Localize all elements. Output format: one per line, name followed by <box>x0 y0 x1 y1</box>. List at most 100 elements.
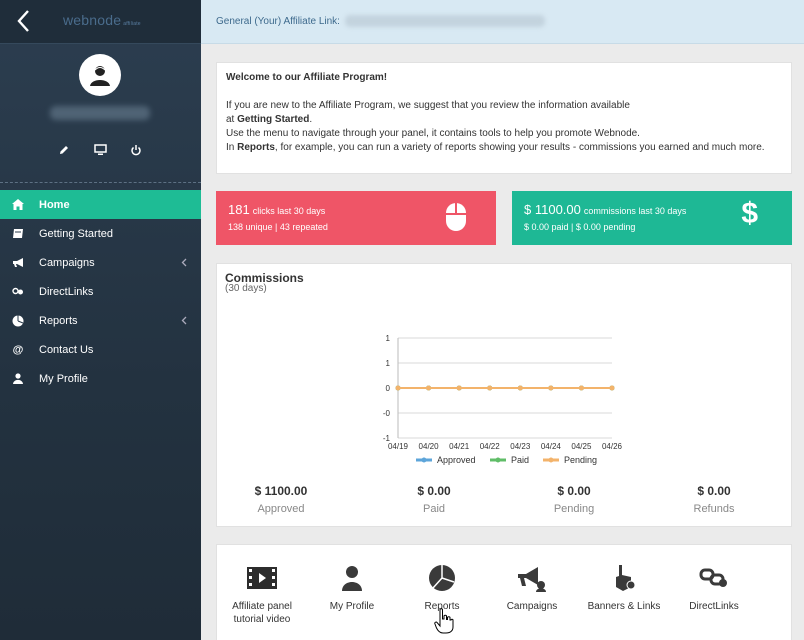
user-icon <box>307 563 397 593</box>
user-avatar-icon <box>90 66 110 86</box>
username-redacted <box>50 106 150 120</box>
shortcut-my-profile[interactable]: My Profile <box>307 563 397 613</box>
sidebar-item-label: Campaigns <box>39 256 95 269</box>
avatar[interactable] <box>79 54 121 96</box>
x-tick-label: 04/21 <box>449 442 470 451</box>
webnode-logo[interactable]: webnode affiliate <box>63 12 141 28</box>
shortcut-label: Campaigns <box>506 601 558 612</box>
sidebar-divider <box>0 182 201 183</box>
welcome-line-1: If you are new to the Affiliate Program,… <box>226 100 630 111</box>
reports-link[interactable]: Reports <box>237 142 275 153</box>
x-tick-label: 04/25 <box>571 442 592 451</box>
mouse-icon <box>444 201 468 236</box>
sidebar-item-reports[interactable]: Reports <box>0 306 201 335</box>
y-tick-label: -0 <box>383 409 391 418</box>
legend-marker-pending <box>548 457 554 463</box>
data-point-pending <box>456 385 462 391</box>
commissions-panel: Commissions (30 days) 1 1 0 -0 -1 04/19 04/20 0… <box>216 263 792 527</box>
legend-label-pending: Pending <box>564 455 597 465</box>
x-tick-label: 04/23 <box>510 442 531 451</box>
x-tick-label: 04/26 <box>602 442 623 451</box>
y-tick-label: 1 <box>386 334 391 343</box>
sidebar-item-label: Reports <box>39 314 78 327</box>
affiliate-link-redacted[interactable] <box>345 15 545 27</box>
chevron-left-icon <box>181 258 187 267</box>
clicks-stat-box[interactable]: 181 clicks last 30 days 138 unique | 43 r… <box>216 191 496 245</box>
sidebar-item-home[interactable]: Home <box>0 190 201 219</box>
getting-started-link[interactable]: Getting Started <box>237 114 309 125</box>
sidebar-item-getting-started[interactable]: Getting Started <box>0 219 201 248</box>
shortcut-campaigns[interactable]: Campaigns <box>487 563 577 613</box>
hand-pointer-icon <box>579 563 669 593</box>
bullhorn-icon <box>487 563 577 593</box>
link-icon <box>669 563 759 593</box>
total-pending: $ 0.00 Pending <box>553 484 595 515</box>
data-point-pending <box>517 385 523 391</box>
data-point-pending <box>426 385 432 391</box>
welcome-line-2: at Getting Started. <box>226 114 313 125</box>
commissions-breakdown: $ 0.00 paid | $ 0.00 pending <box>524 222 636 232</box>
shortcut-reports[interactable]: Reports <box>397 563 487 613</box>
user-icon <box>12 373 24 385</box>
welcome-title: Welcome to our Affiliate Program! <box>226 72 388 83</box>
commissions-amount: $ 1100.00 commissions last 30 days <box>524 202 687 217</box>
logo-text: webnode <box>63 12 122 28</box>
sidebar-item-campaigns[interactable]: Campaigns <box>0 248 201 277</box>
welcome-line-3: Use the menu to navigate through your pa… <box>226 128 640 139</box>
commissions-label: commissions last 30 days <box>583 206 687 216</box>
back-arrow-icon[interactable] <box>12 8 36 34</box>
home-icon <box>12 199 24 211</box>
shortcut-directlinks[interactable]: DirectLinks <box>669 563 759 613</box>
shortcut-label: Affiliate panel tutorial video <box>232 601 292 625</box>
sidebar-item-my-profile[interactable]: My Profile <box>0 364 201 393</box>
x-tick-label: 04/22 <box>480 442 501 451</box>
shortcut-banners-links[interactable]: Banners & Links <box>579 563 669 613</box>
legend-marker-approved <box>421 457 427 463</box>
legend-label-approved: Approved <box>437 455 476 465</box>
data-point-pending <box>609 385 615 391</box>
data-point-pending <box>548 385 554 391</box>
legend-marker-paid <box>495 457 501 463</box>
user-tools <box>0 144 201 162</box>
sidebar-item-contact-us[interactable]: @ Contact Us <box>0 335 201 364</box>
welcome-panel: Welcome to our Affiliate Program! If you… <box>216 62 792 174</box>
y-tick-label: 1 <box>386 359 391 368</box>
sidebar-item-directlinks[interactable]: DirectLinks <box>0 277 201 306</box>
pie-chart-icon <box>397 563 487 593</box>
sidebar-item-label: Contact Us <box>39 343 94 356</box>
pie-chart-icon <box>12 315 24 327</box>
affiliate-link-label: General (Your) Affiliate Link: <box>216 16 340 27</box>
pencil-icon[interactable] <box>58 144 72 158</box>
shortcuts-panel: Affiliate panel tutorial video My Profil… <box>216 544 792 640</box>
commissions-stat-box[interactable]: $ 1100.00 commissions last 30 days $ 0.00… <box>512 191 792 245</box>
power-icon[interactable] <box>130 144 144 158</box>
book-icon <box>12 228 24 240</box>
y-tick-label: 0 <box>386 384 391 393</box>
x-tick-label: 04/20 <box>419 442 440 451</box>
monitor-icon[interactable] <box>94 144 108 158</box>
sidebar: webnode affiliate Home Getting Started C… <box>0 0 201 640</box>
sidebar-item-label: Home <box>39 198 70 211</box>
video-icon <box>217 563 307 593</box>
data-point-pending <box>487 385 493 391</box>
clicks-count: 181 clicks last 30 days <box>228 202 326 217</box>
commissions-chart: 110-0-104/19 04/20 04/21 04/22 04/23 04/24 04/… <box>383 334 623 465</box>
total-paid: $ 0.00 Paid <box>417 484 451 515</box>
welcome-line-4: In Reports, for example, you can run a v… <box>226 142 765 153</box>
bullhorn-icon <box>12 257 24 269</box>
affiliate-link-bar: General (Your) Affiliate Link: <box>201 0 804 44</box>
shortcut-label: DirectLinks <box>689 601 739 612</box>
sidebar-item-label: DirectLinks <box>39 285 94 298</box>
sidebar-item-label: My Profile <box>39 372 88 385</box>
sidebar-header: webnode affiliate <box>0 0 201 44</box>
x-tick-label: 04/24 <box>541 442 562 451</box>
clicks-breakdown: 138 unique | 43 repeated <box>228 222 328 232</box>
link-icon <box>12 286 24 298</box>
total-approved: $ 1100.00 Approved <box>254 484 308 515</box>
dollar-icon: $ <box>741 197 758 230</box>
legend-label-paid: Paid <box>511 455 529 465</box>
data-point-pending <box>578 385 584 391</box>
chevron-left-icon <box>181 316 187 325</box>
shortcut-tutorial-video[interactable]: Affiliate panel tutorial video <box>217 563 307 626</box>
logo-subtext: affiliate <box>123 21 141 27</box>
